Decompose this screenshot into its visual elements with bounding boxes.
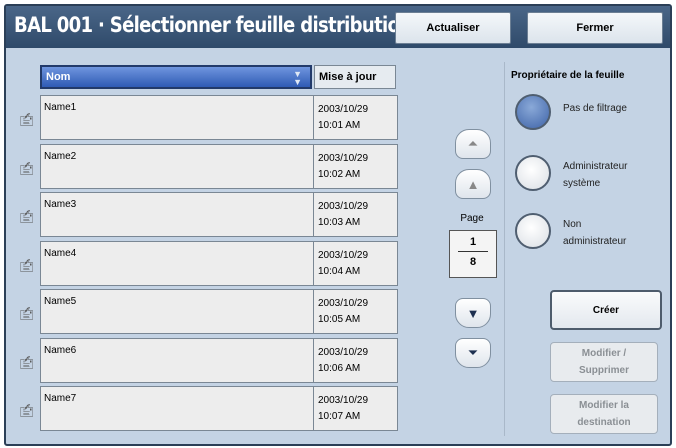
table-row[interactable]: Name6 2003/10/29 10:06 AM bbox=[40, 337, 398, 383]
updated-time: 10:04 AM bbox=[318, 265, 361, 277]
distribution-sheet-icon: 🖆 bbox=[19, 404, 35, 419]
filter-heading: Propriétaire de la feuille bbox=[511, 70, 625, 81]
sort-icon: ▼ ▼ bbox=[293, 69, 302, 87]
close-button[interactable]: Fermer bbox=[527, 12, 663, 44]
distribution-sheet-icon: 🖆 bbox=[19, 210, 35, 225]
updated-date: 2003/10/29 bbox=[318, 346, 369, 358]
updated-date: 2003/10/29 bbox=[318, 152, 369, 164]
radio-no-filter-label: Pas de filtrage bbox=[563, 103, 627, 114]
updated-time: 10:03 AM bbox=[318, 217, 361, 228]
first-page-button[interactable]: ⏶ bbox=[455, 129, 491, 159]
create-button[interactable]: Créer bbox=[550, 290, 662, 330]
modify-delete-button[interactable]: Modifier / Supprimer bbox=[550, 342, 658, 382]
updated-time: 10:06 AM bbox=[318, 362, 361, 374]
sheet-name: Name1 bbox=[40, 95, 314, 140]
refresh-button[interactable]: Actualiser bbox=[395, 12, 511, 44]
table-row[interactable]: Name5 2003/10/29 10:05 AM bbox=[40, 289, 398, 334]
previous-page-button[interactable]: ▲ bbox=[455, 169, 491, 199]
total-pages: 8 bbox=[469, 256, 477, 268]
updated-date: 2003/10/29 bbox=[318, 249, 369, 261]
last-page-icon: ⏷ bbox=[467, 345, 479, 360]
page-indicator: 1 8 bbox=[449, 230, 497, 278]
sort-name-header[interactable]: Nom ▼ ▼ bbox=[40, 65, 312, 89]
sheet-updated: 2003/10/29 10:07 AM bbox=[314, 386, 398, 431]
sheet-updated: 2003/10/29 10:05 AM bbox=[314, 289, 398, 334]
sheet-updated: 2003/10/29 10:04 AM bbox=[314, 240, 398, 286]
sheet-updated: 2003/10/29 10:01 AM bbox=[314, 95, 398, 140]
sheet-updated: 2003/10/29 10:02 AM bbox=[314, 143, 398, 189]
distribution-sheet-icon: 🖆 bbox=[19, 161, 35, 177]
sheet-name: Name4 bbox=[40, 240, 314, 286]
up-arrow-icon: ▲ bbox=[466, 176, 480, 192]
sheet-name: Name7 bbox=[40, 386, 314, 431]
divider bbox=[504, 62, 505, 436]
sheet-name: Name2 bbox=[40, 143, 314, 189]
current-page: 1 bbox=[458, 236, 488, 252]
sheet-name: Name6 bbox=[40, 337, 314, 383]
distribution-sheet-icon: 🖆 bbox=[19, 307, 35, 322]
sheet-updated: 2003/10/29 10:03 AM bbox=[314, 192, 398, 237]
updated-time: 10:02 AM bbox=[318, 168, 361, 180]
distribution-sheet-icon: 🖆 bbox=[19, 258, 35, 274]
updated-date: 2003/10/29 bbox=[318, 395, 369, 406]
table-row[interactable]: Name1 2003/10/29 10:01 AM bbox=[40, 95, 398, 140]
radio-system-admin[interactable] bbox=[515, 155, 551, 191]
first-page-icon: ⏶ bbox=[467, 136, 479, 151]
radio-system-admin-label: Administrateur système bbox=[563, 161, 628, 189]
next-page-button[interactable]: ▼ bbox=[455, 298, 491, 328]
sheet-name: Name5 bbox=[40, 289, 314, 334]
radio-non-admin-label: Non administrateur bbox=[563, 219, 627, 247]
dialog: BAL 001 · Sélectionner feuille distribut… bbox=[4, 4, 672, 446]
page-label: Page bbox=[460, 213, 484, 224]
radio-non-admin[interactable] bbox=[515, 213, 551, 249]
updated-date: 2003/10/29 bbox=[318, 298, 369, 309]
table-row[interactable]: Name2 2003/10/29 10:02 AM bbox=[40, 143, 398, 189]
last-page-button[interactable]: ⏷ bbox=[455, 338, 491, 368]
distribution-sheet-icon: 🖆 bbox=[19, 113, 35, 128]
down-arrow-icon: ▼ bbox=[466, 305, 480, 321]
distribution-sheet-icon: 🖆 bbox=[19, 355, 35, 371]
sort-updated-header[interactable]: Mise à jour bbox=[314, 65, 396, 89]
dialog-title: BAL 001 · Sélectionner feuille distribut… bbox=[14, 13, 412, 37]
title-bar: BAL 001 · Sélectionner feuille distribut… bbox=[6, 6, 670, 48]
name-header-label: Nom bbox=[46, 71, 71, 83]
updated-time: 10:07 AM bbox=[318, 411, 361, 422]
updated-date: 2003/10/29 bbox=[318, 104, 369, 115]
updated-date: 2003/10/29 bbox=[318, 201, 369, 212]
updated-time: 10:01 AM bbox=[318, 120, 361, 131]
sheet-name: Name3 bbox=[40, 192, 314, 237]
updated-time: 10:05 AM bbox=[318, 314, 361, 325]
table-row[interactable]: Name3 2003/10/29 10:03 AM bbox=[40, 192, 398, 237]
table-row[interactable]: Name4 2003/10/29 10:04 AM bbox=[40, 240, 398, 286]
sheet-updated: 2003/10/29 10:06 AM bbox=[314, 337, 398, 383]
modify-destination-button[interactable]: Modifier la destination bbox=[550, 394, 658, 434]
radio-no-filter[interactable] bbox=[515, 94, 551, 130]
table-row[interactable]: Name7 2003/10/29 10:07 AM bbox=[40, 386, 398, 431]
